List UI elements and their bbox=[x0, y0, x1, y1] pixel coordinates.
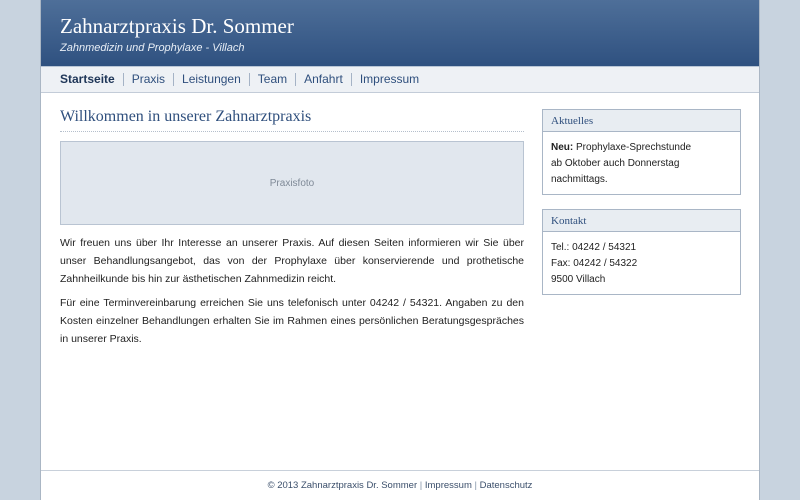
nav-item-praxis[interactable]: Praxis bbox=[122, 73, 173, 86]
news-line-2: ab Oktober auch Donnerstag bbox=[551, 158, 680, 169]
contact-phone: Tel.: 04242 / 54321 bbox=[551, 242, 637, 253]
site-footer: © 2013 Zahnarztpraxis Dr. Sommer | Impre… bbox=[41, 470, 759, 500]
contact-box-body: Tel.: 04242 / 54321 Fax: 04242 / 54322 9… bbox=[543, 232, 740, 294]
site-title: Zahnarztpraxis Dr. Sommer bbox=[60, 14, 294, 38]
nav-item-startseite[interactable]: Startseite bbox=[60, 73, 123, 86]
page-container: Zahnarztpraxis Dr. Sommer Zahnmedizin un… bbox=[40, 0, 760, 500]
news-line-1: Prophylaxe-Sprechstunde bbox=[576, 142, 692, 153]
site-subtitle: Zahnmedizin und Prophylaxe - Villach bbox=[60, 42, 245, 54]
footer-link-datenschutz[interactable]: Datenschutz bbox=[480, 480, 533, 491]
appointment-paragraph: Für eine Terminvereinbarung erreichen Si… bbox=[60, 297, 524, 345]
nav-item-impressum[interactable]: Impressum bbox=[350, 73, 427, 86]
news-label: Neu: bbox=[551, 142, 574, 153]
main-content: Willkommen in unserer Zahnarztpraxis Pra… bbox=[60, 108, 524, 348]
contact-box: Kontakt Tel.: 04242 / 54321 Fax: 04242 /… bbox=[542, 209, 741, 295]
contact-box-title: Kontakt bbox=[543, 210, 740, 232]
footer-copyright: © 2013 Zahnarztpraxis Dr. Sommer bbox=[267, 480, 418, 491]
news-box-title: Aktuelles bbox=[543, 110, 740, 132]
contact-fax: Fax: 04242 / 54322 bbox=[551, 258, 638, 269]
site-header: Zahnarztpraxis Dr. Sommer Zahnmedizin un… bbox=[41, 0, 759, 66]
sidebar: Aktuelles Neu: Prophylaxe-Sprechstunde a… bbox=[542, 109, 741, 309]
contact-city: 9500 Villach bbox=[551, 274, 606, 285]
footer-separator: | bbox=[474, 480, 477, 491]
photo-label: Praxisfoto bbox=[269, 177, 315, 189]
practice-photo-placeholder: Praxisfoto bbox=[60, 141, 524, 225]
intro-paragraph: Wir freuen uns über Ihr Interesse an uns… bbox=[60, 237, 524, 285]
main-navigation: Startseite Praxis Leistungen Team Anfahr… bbox=[41, 66, 759, 93]
news-line-3: nachmittags. bbox=[551, 174, 608, 185]
nav-item-team[interactable]: Team bbox=[248, 73, 295, 86]
nav-item-leistungen[interactable]: Leistungen bbox=[173, 73, 249, 86]
page-title: Willkommen in unserer Zahnarztpraxis bbox=[60, 108, 524, 132]
news-box-body: Neu: Prophylaxe-Sprechstunde ab Oktober … bbox=[543, 132, 740, 194]
news-box: Aktuelles Neu: Prophylaxe-Sprechstunde a… bbox=[542, 109, 741, 195]
footer-link-impressum[interactable]: Impressum bbox=[425, 480, 472, 491]
nav-item-anfahrt[interactable]: Anfahrt bbox=[295, 73, 351, 86]
footer-separator: | bbox=[419, 480, 423, 491]
